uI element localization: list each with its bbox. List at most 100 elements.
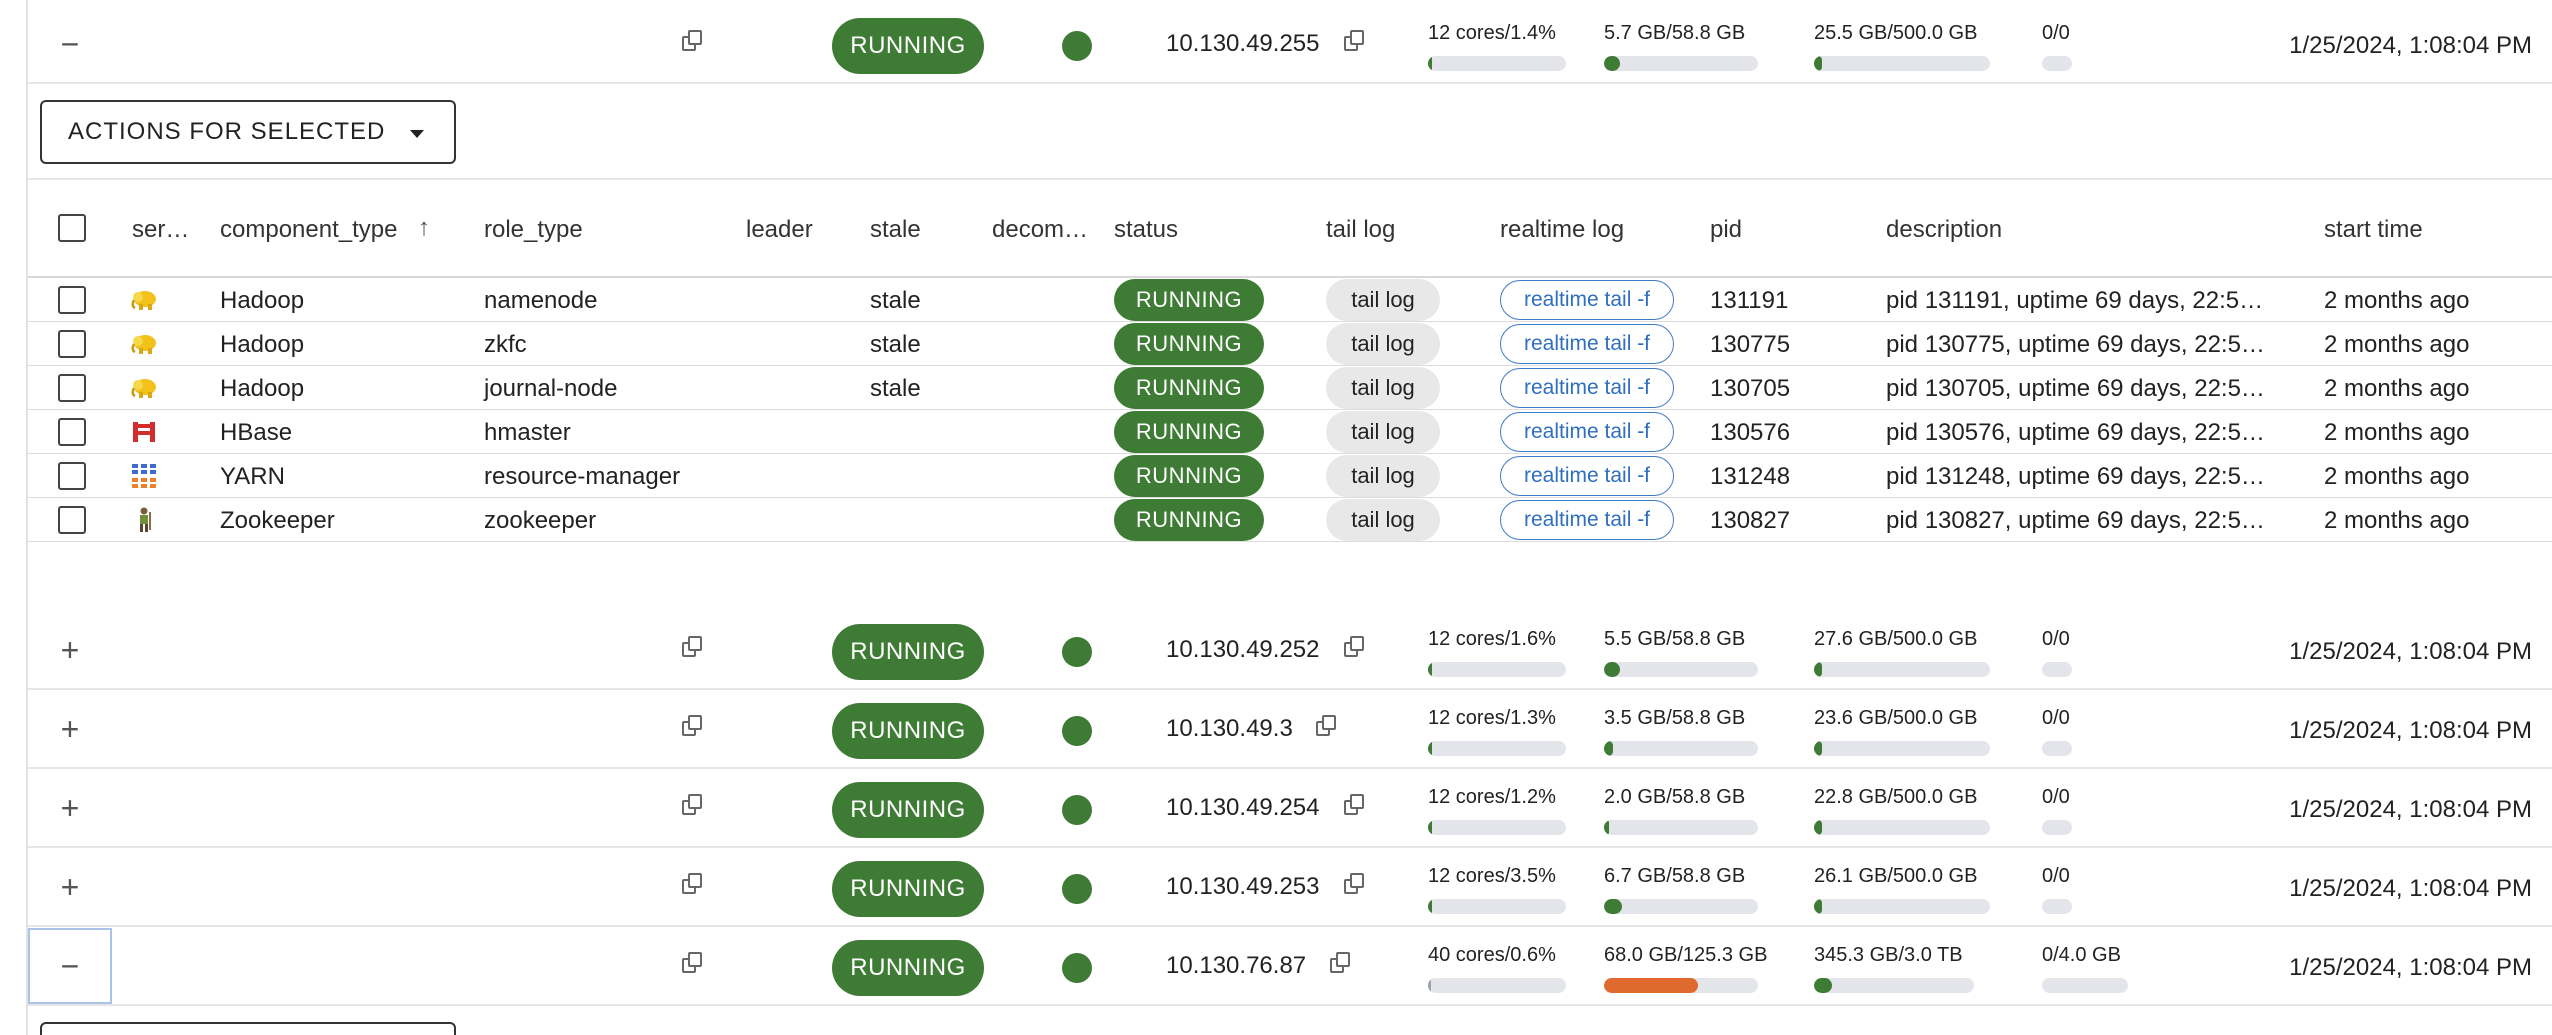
start-time: 2 months ago — [2324, 507, 2470, 534]
realtime-tail-button[interactable]: realtime tail -f — [1500, 412, 1674, 452]
hbase-icon — [133, 422, 155, 442]
realtime-tail-button[interactable]: realtime tail -f — [1500, 368, 1674, 408]
memory-usage-label: 2.0 GB/58.8 GB — [1604, 786, 1746, 808]
col-start-time[interactable]: start time — [2324, 216, 2423, 244]
last-heartbeat-time: 1/25/2024, 1:08:04 PM — [2289, 32, 2532, 59]
status-badge: RUNNING — [1114, 455, 1264, 497]
swap-usage-label: 0/0 — [2042, 22, 2070, 44]
cpu-usage-bar — [1428, 662, 1566, 677]
host-ip: 10.130.49.3 — [1166, 715, 1293, 742]
col-realtime-log[interactable]: realtime log — [1500, 216, 1624, 244]
row-checkbox[interactable] — [58, 462, 86, 490]
copy-hostname-icon[interactable] — [682, 873, 702, 895]
copy-hostname-icon[interactable] — [682, 30, 702, 52]
last-heartbeat-time: 1/25/2024, 1:08:04 PM — [2289, 717, 2532, 744]
row-checkbox[interactable] — [58, 374, 86, 402]
tail-log-button[interactable]: tail log — [1326, 367, 1440, 409]
tail-log-button[interactable]: tail log — [1326, 499, 1440, 541]
table-row[interactable]: Hadoop zkfc stale RUNNING tail log realt… — [28, 322, 2552, 366]
disk-usage-bar — [1814, 56, 1990, 71]
role-type: namenode — [484, 287, 598, 314]
col-stale[interactable]: stale — [870, 216, 921, 244]
disk-usage-label: 26.1 GB/500.0 GB — [1814, 865, 1978, 887]
realtime-tail-button[interactable]: realtime tail -f — [1500, 280, 1674, 320]
expand-row-button[interactable]: + — [28, 770, 112, 846]
col-leader[interactable]: leader — [746, 216, 813, 244]
col-tail-log[interactable]: tail log — [1326, 216, 1395, 244]
tail-log-button[interactable]: tail log — [1326, 411, 1440, 453]
realtime-tail-button[interactable]: realtime tail -f — [1500, 500, 1674, 540]
host-row: + RUNNING 10.130.49.253 12 cores/3.5% 6.… — [28, 849, 2552, 927]
description: pid 130827, uptime 69 days, 22:5… — [1886, 507, 2265, 534]
swap-usage-label: 0/0 — [2042, 707, 2070, 729]
col-pid[interactable]: pid — [1710, 216, 1742, 244]
status-badge: RUNNING — [832, 624, 984, 680]
disk-usage-label: 22.8 GB/500.0 GB — [1814, 786, 1978, 808]
col-decommission[interactable]: decom… — [992, 216, 1088, 244]
collapse-row-button[interactable]: − — [28, 6, 112, 82]
col-status[interactable]: status — [1114, 216, 1178, 244]
copy-hostname-icon[interactable] — [682, 952, 702, 974]
swap-usage-bar — [2042, 741, 2072, 756]
table-row[interactable]: Hadoop namenode stale RUNNING tail log r… — [28, 278, 2552, 322]
select-all-checkbox[interactable] — [58, 214, 86, 242]
hadoop-elephant-icon — [131, 291, 156, 310]
status-badge: RUNNING — [832, 861, 984, 917]
actions-for-selected-button[interactable]: ACTIONS FOR SELECTED — [40, 100, 456, 164]
col-service[interactable]: ser… — [132, 216, 189, 244]
memory-usage-label: 5.5 GB/58.8 GB — [1604, 628, 1746, 650]
copy-ip-icon[interactable] — [1316, 715, 1336, 737]
col-role-type[interactable]: role_type — [484, 216, 583, 244]
collapse-row-button[interactable]: − — [28, 928, 112, 1004]
health-indicator-dot — [1062, 953, 1092, 983]
disk-usage-label: 345.3 GB/3.0 TB — [1814, 944, 1963, 966]
hadoop-elephant-icon — [131, 379, 156, 398]
status-badge: RUNNING — [832, 703, 984, 759]
caret-down-icon — [410, 130, 424, 138]
row-checkbox[interactable] — [58, 506, 86, 534]
copy-ip-icon[interactable] — [1344, 636, 1364, 658]
copy-hostname-icon[interactable] — [682, 636, 702, 658]
health-indicator-dot — [1062, 874, 1092, 904]
copy-ip-icon[interactable] — [1330, 952, 1350, 974]
copy-ip-icon[interactable] — [1344, 30, 1364, 52]
copy-ip-icon[interactable] — [1344, 794, 1364, 816]
yarn-icon — [132, 464, 156, 488]
component-type: Hadoop — [220, 375, 305, 402]
expand-row-button[interactable]: + — [28, 691, 112, 767]
actions-for-selected-button-bottom[interactable] — [40, 1022, 456, 1035]
component-type: HBase — [220, 419, 293, 446]
start-time: 2 months ago — [2324, 463, 2470, 490]
tail-log-button[interactable]: tail log — [1326, 279, 1440, 321]
table-row[interactable]: Zookeeper zookeeper RUNNING tail log rea… — [28, 498, 2552, 542]
expand-row-button[interactable]: + — [28, 849, 112, 925]
last-heartbeat-time: 1/25/2024, 1:08:04 PM — [2289, 796, 2532, 823]
tail-log-button[interactable]: tail log — [1326, 323, 1440, 365]
copy-ip-icon[interactable] — [1344, 873, 1364, 895]
row-checkbox[interactable] — [58, 330, 86, 358]
col-component-type[interactable]: component_type — [220, 216, 397, 244]
tail-log-button[interactable]: tail log — [1326, 455, 1440, 497]
col-description[interactable]: description — [1886, 216, 2002, 244]
actions-button-label: ACTIONS FOR SELECTED — [68, 118, 386, 145]
table-row[interactable]: Hadoop journal-node stale RUNNING tail l… — [28, 366, 2552, 410]
copy-hostname-icon[interactable] — [682, 794, 702, 816]
last-heartbeat-time: 1/25/2024, 1:08:04 PM — [2289, 954, 2532, 981]
table-row[interactable]: HBase hmaster RUNNING tail log realtime … — [28, 410, 2552, 454]
realtime-tail-button[interactable]: realtime tail -f — [1500, 324, 1674, 364]
expand-row-button[interactable]: + — [28, 612, 112, 688]
copy-hostname-icon[interactable] — [682, 715, 702, 737]
cpu-usage-bar — [1428, 56, 1566, 71]
pid: 130775 — [1710, 331, 1791, 358]
swap-usage-bar — [2042, 662, 2072, 677]
row-checkbox[interactable] — [58, 286, 86, 314]
table-row[interactable]: YARN resource-manager RUNNING tail log r… — [28, 454, 2552, 498]
realtime-tail-button[interactable]: realtime tail -f — [1500, 456, 1674, 496]
memory-usage-label: 3.5 GB/58.8 GB — [1604, 707, 1746, 729]
pid: 130705 — [1710, 375, 1791, 402]
swap-usage-bar — [2042, 820, 2072, 835]
row-checkbox[interactable] — [58, 418, 86, 446]
host-row: + RUNNING 10.130.49.252 12 cores/1.6% 5.… — [28, 612, 2552, 690]
stale-flag: stale — [870, 375, 921, 402]
sort-ascending-icon[interactable]: ↑ — [418, 214, 430, 242]
